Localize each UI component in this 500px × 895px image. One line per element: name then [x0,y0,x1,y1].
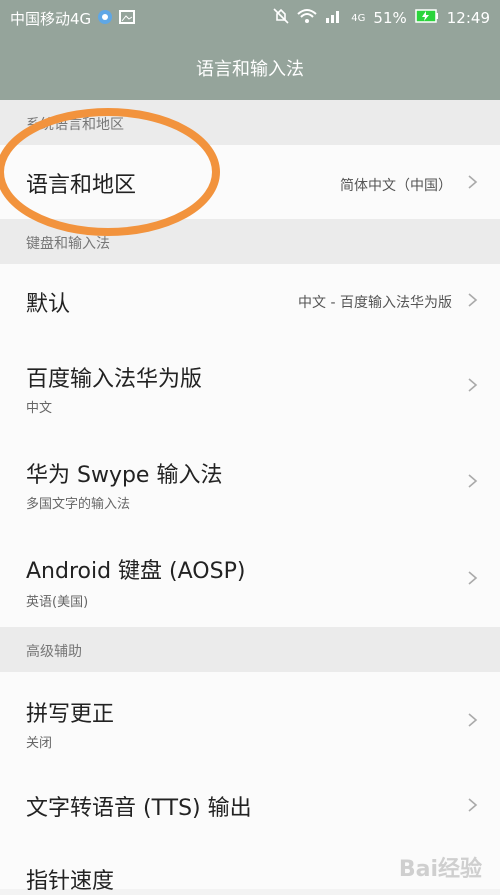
status-bar: 中国移动4G 4G 51% 12:49 [0,0,500,35]
section-keyboard-input: 键盘和输入法 [0,219,500,264]
section-label: 高级辅助 [26,644,82,660]
row-spell-check[interactable]: 拼写更正 关闭 [0,672,500,769]
row-huawei-swype[interactable]: 华为 Swype 输入法 多国文字的输入法 [0,433,500,530]
image-icon [119,9,136,29]
wifi-icon [297,8,317,28]
chevron-right-icon [468,378,478,392]
network-label: 4G [351,12,366,24]
battery-icon [415,9,439,27]
row-subtitle: 关闭 [26,736,53,751]
row-value: 中文 - 百度输入法华为版 [298,295,452,311]
row-default[interactable]: 默认 中文 - 百度输入法华为版 [0,264,500,338]
mute-icon [273,8,289,28]
row-title: 默认 [26,292,71,317]
row-title: 拼写更正 [26,702,115,727]
row-baidu-ime[interactable]: 百度输入法华为版 中文 [0,337,500,434]
row-title: 文字转语音 (TTS) 输出 [26,796,252,821]
row-title: 指针速度 [26,869,115,894]
weather-icon [97,9,113,29]
chevron-right-icon [468,571,478,585]
row-subtitle: 英语(美国) [26,595,89,610]
row-subtitle: 中文 [26,401,53,416]
row-value: 简体中文（中国） [340,178,452,194]
watermark: Bai经验 [398,857,482,882]
row-language-region[interactable]: 语言和地区 简体中文（中国） [0,145,500,220]
chevron-right-icon [468,798,478,812]
page-header: 语言和输入法 [0,35,500,100]
section-advanced-assist: 高级辅助 [0,627,500,672]
chevron-right-icon [468,293,478,307]
row-tts-output[interactable]: 文字转语音 (TTS) 输出 [0,768,500,842]
time-label: 12:49 [446,9,490,27]
chevron-right-icon [468,713,478,727]
carrier-label: 中国移动4G [10,10,92,28]
chevron-right-icon [468,175,478,189]
chevron-right-icon [468,474,478,488]
battery-percent: 51% [373,9,407,27]
row-title: 百度输入法华为版 [26,367,203,392]
page-title: 语言和输入法 [196,58,304,80]
row-title: 华为 Swype 输入法 [26,463,223,488]
row-android-keyboard[interactable]: Android 键盘 (AOSP) 英语(美国) [0,529,500,628]
row-subtitle: 多国文字的输入法 [26,497,131,512]
section-label: 系统语言和地区 [26,117,124,133]
signal-icon [325,8,343,28]
row-title: Android 键盘 (AOSP) [26,559,246,584]
section-label: 键盘和输入法 [26,236,110,252]
row-title: 语言和地区 [26,173,137,198]
section-system-language: 系统语言和地区 [0,100,500,145]
